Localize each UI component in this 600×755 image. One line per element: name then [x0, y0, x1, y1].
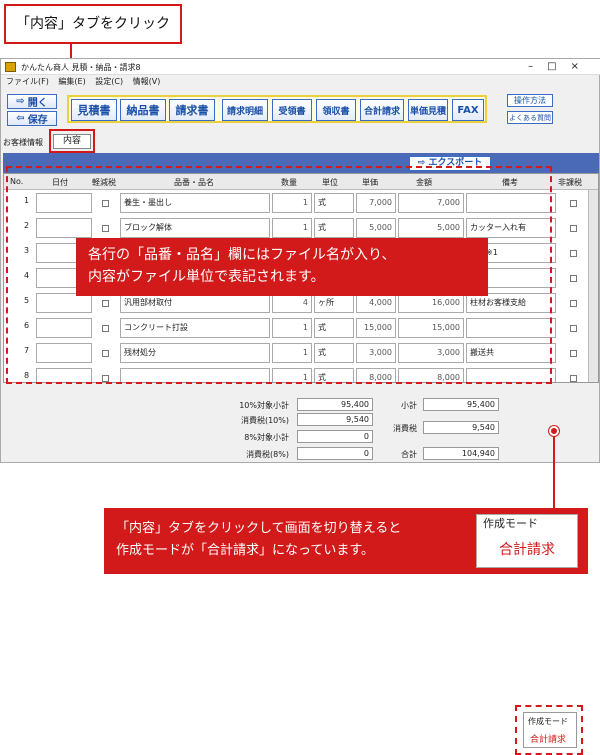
- sub10-label: 10%対象小計: [239, 401, 289, 410]
- total-value: 104,940: [423, 447, 499, 460]
- menu-settings[interactable]: 設定(C): [95, 77, 123, 86]
- creation-mode-label: 作成モード: [528, 717, 568, 726]
- menu-edit[interactable]: 編集(E): [58, 77, 85, 86]
- title-bar: かんたん商人 見積・納品・請求8 –□×: [1, 59, 600, 75]
- doc-receipt-button[interactable]: 領収書: [316, 99, 356, 121]
- subtotal-value: 95,400: [423, 398, 499, 411]
- tax-exempt-checkbox[interactable]: [570, 250, 577, 257]
- tax-value: 9,540: [423, 421, 499, 434]
- window-controls[interactable]: –□×: [528, 61, 593, 72]
- menu-file[interactable]: ファイル(F): [6, 77, 49, 86]
- document-type-toolbar: 見積書 納品書 請求書 請求明細 受領書 領収書 合計請求 単価見積 FAX: [67, 95, 487, 123]
- sub8-label: 8%対象小計: [244, 433, 289, 442]
- menu-info[interactable]: 情報(V): [133, 77, 161, 86]
- callout-connector-bottom: [553, 436, 555, 508]
- doc-delivery-button[interactable]: 納品書: [120, 99, 166, 121]
- doc-receipt-confirm-button[interactable]: 受領書: [272, 99, 312, 121]
- content-tab-highlight: [49, 129, 95, 153]
- callout-dot-bottom: [549, 426, 559, 436]
- annotation-line-1: 各行の「品番・品名」欄にはファイル名が入り、: [88, 247, 396, 263]
- creation-mode-zoom: 作成モード 合計請求: [476, 514, 578, 568]
- annotation-line-2: 内容がファイル単位で表記されます。: [88, 269, 325, 285]
- doc-invoice-detail-button[interactable]: 請求明細: [222, 99, 268, 121]
- help-button[interactable]: 操作方法: [507, 94, 553, 107]
- callout-mode-total-invoice: 「内容」タブをクリックして画面を切り替えると 作成モードが「合計請求」になってい…: [104, 508, 588, 574]
- total-label: 合計: [401, 450, 417, 459]
- zoom-mode-value: 合計請求: [499, 542, 555, 558]
- doc-unit-estimate-button[interactable]: 単価見積: [408, 99, 448, 121]
- tax-exempt-checkbox[interactable]: [570, 325, 577, 332]
- callout-click-content-tab: 「内容」タブをクリック: [4, 4, 182, 44]
- creation-mode-highlight: 作成モード 合計請求: [515, 705, 583, 755]
- col-tax-exempt: 非課税: [558, 178, 582, 187]
- app-icon: [5, 62, 16, 72]
- faq-button[interactable]: よくある質問: [507, 111, 553, 124]
- fax-button[interactable]: FAX: [452, 99, 484, 121]
- tax-exempt-checkbox[interactable]: [570, 300, 577, 307]
- table-scrollbar[interactable]: [588, 190, 598, 382]
- doc-total-invoice-button[interactable]: 合計請求: [360, 99, 404, 121]
- annotation-file-name-rows: 各行の「品番・品名」欄にはファイル名が入り、 内容がファイル単位で表記されます。: [76, 238, 488, 296]
- customer-info-tab[interactable]: お客様情報: [3, 137, 43, 148]
- menu-bar: ファイル(F) 編集(E) 設定(C) 情報(V): [1, 76, 600, 89]
- tax10-label: 消費税(10%): [240, 416, 289, 425]
- tax-exempt-checkbox[interactable]: [570, 350, 577, 357]
- doc-estimate-button[interactable]: 見積書: [71, 99, 117, 121]
- tax8-label: 消費税(8%): [246, 450, 289, 459]
- open-icon: ⇨: [16, 96, 25, 107]
- save-button[interactable]: ⇦ 保存: [7, 111, 57, 126]
- tax-exempt-checkbox[interactable]: [570, 375, 577, 382]
- open-button[interactable]: ⇨ 開く: [7, 94, 57, 109]
- window-title: かんたん商人 見積・納品・請求8: [21, 63, 141, 72]
- tax-exempt-checkbox[interactable]: [570, 200, 577, 207]
- tax-exempt-checkbox[interactable]: [570, 275, 577, 282]
- doc-invoice-button[interactable]: 請求書: [169, 99, 215, 121]
- totals-panel: 10%対象小計 95,400 消費税(10%) 9,540 8%対象小計 0 消…: [1, 387, 600, 755]
- save-icon: ⇦: [16, 113, 25, 124]
- creation-mode-value: 合計請求: [530, 735, 567, 745]
- tax-exempt-checkbox[interactable]: [570, 225, 577, 232]
- tax-label: 消費税: [393, 424, 417, 433]
- subtotal-label: 小計: [401, 401, 417, 410]
- creation-mode-box: 作成モード 合計請求: [523, 712, 577, 748]
- zoom-mode-label: 作成モード: [483, 517, 538, 530]
